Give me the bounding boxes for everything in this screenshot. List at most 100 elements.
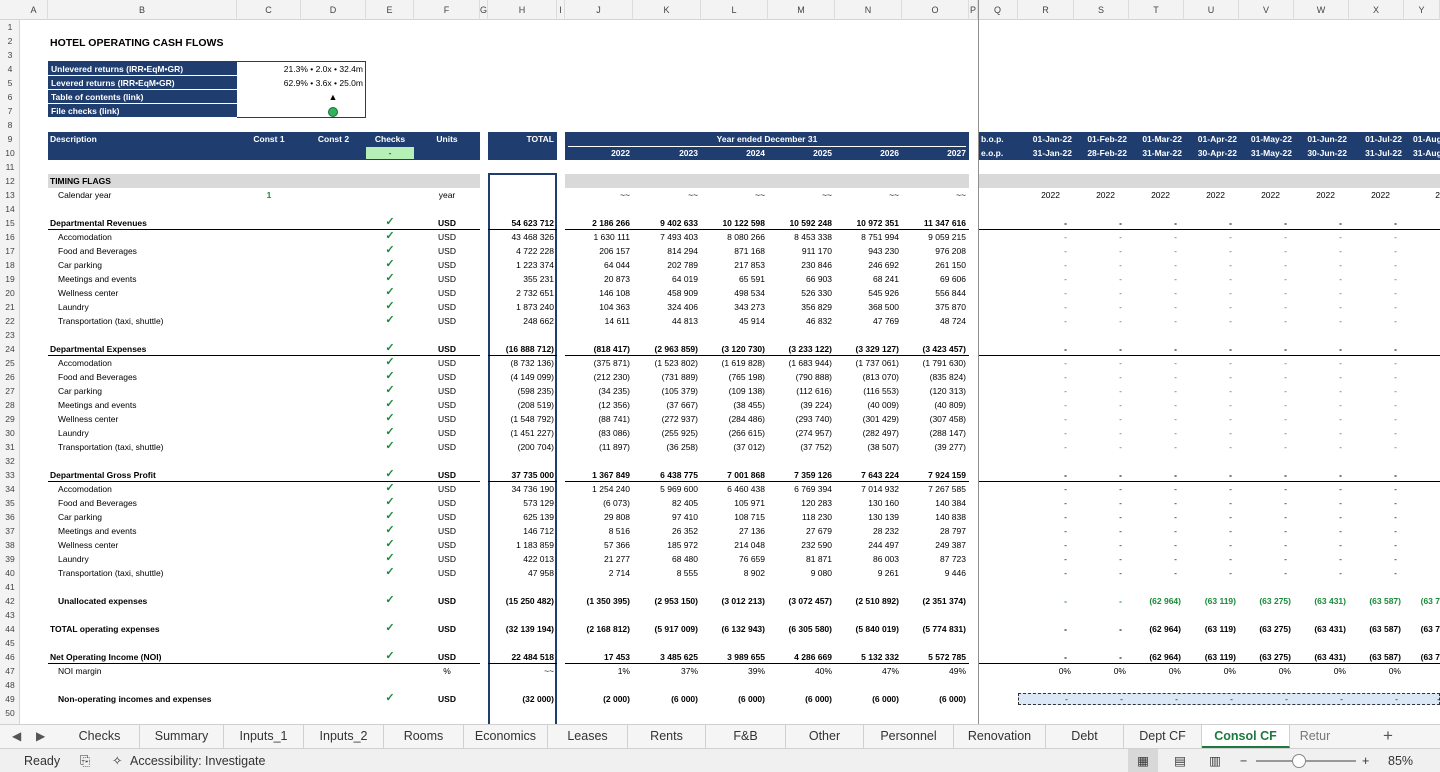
- year-value[interactable]: 1 630 111: [565, 230, 630, 244]
- column-header-o[interactable]: O: [902, 0, 969, 20]
- month-value[interactable]: -: [1294, 566, 1346, 580]
- year-value[interactable]: 86 003: [835, 552, 899, 566]
- year-value[interactable]: 9 261: [835, 566, 899, 580]
- month-value[interactable]: -: [1018, 356, 1071, 370]
- year-value[interactable]: 545 926: [835, 286, 899, 300]
- month-value[interactable]: -: [1239, 300, 1291, 314]
- month-value[interactable]: -: [1129, 426, 1181, 440]
- month-value[interactable]: -: [1294, 286, 1346, 300]
- tab-debt[interactable]: Debt: [1046, 725, 1124, 748]
- row-label[interactable]: Food and Beverages: [58, 496, 137, 510]
- month-value[interactable]: -: [1349, 440, 1401, 454]
- row-number[interactable]: 44: [0, 622, 19, 636]
- month-value[interactable]: -: [1184, 482, 1236, 496]
- total-value[interactable]: 4 722 228: [488, 244, 554, 258]
- month-value[interactable]: (63 275): [1239, 650, 1291, 664]
- row-number[interactable]: 43: [0, 608, 19, 622]
- row-label[interactable]: Wellness center: [58, 412, 118, 426]
- year-value[interactable]: (36 258): [633, 440, 698, 454]
- row-label[interactable]: Laundry: [58, 552, 89, 566]
- month-value[interactable]: -: [1349, 272, 1401, 286]
- month-value[interactable]: -: [1129, 216, 1181, 230]
- month-value[interactable]: -: [1129, 230, 1181, 244]
- year-value[interactable]: 140 838: [902, 510, 966, 524]
- row-label[interactable]: NOI margin: [58, 664, 101, 678]
- month-value[interactable]: -: [1018, 272, 1071, 286]
- month-value[interactable]: -: [1349, 426, 1401, 440]
- total-value[interactable]: 1 873 240: [488, 300, 554, 314]
- year-value[interactable]: 7 493 403: [633, 230, 698, 244]
- zoom-slider[interactable]: [1256, 760, 1356, 762]
- column-header-x[interactable]: X: [1349, 0, 1404, 20]
- month-value[interactable]: (63 587): [1349, 650, 1401, 664]
- tab-checks[interactable]: Checks: [60, 725, 140, 748]
- column-header-d[interactable]: D: [301, 0, 366, 20]
- month-value[interactable]: -: [1074, 356, 1126, 370]
- row-label[interactable]: Meetings and events: [58, 272, 136, 286]
- year-value[interactable]: 230 846: [768, 258, 832, 272]
- month-value[interactable]: -: [1074, 398, 1126, 412]
- year-value[interactable]: 130 160: [835, 496, 899, 510]
- year-value[interactable]: 5 572 785: [902, 650, 966, 664]
- month-value[interactable]: -: [1239, 398, 1291, 412]
- year-value[interactable]: 20 873: [565, 272, 630, 286]
- row-number[interactable]: 46: [0, 650, 19, 664]
- column-header-g[interactable]: G: [480, 0, 488, 20]
- month-value[interactable]: -: [1074, 510, 1126, 524]
- year-value[interactable]: 45 914: [701, 314, 765, 328]
- year-value[interactable]: (765 198): [701, 370, 765, 384]
- year-value[interactable]: 10 972 351: [835, 216, 899, 230]
- month-value[interactable]: -: [1018, 286, 1071, 300]
- row-label[interactable]: Departmental Expenses: [50, 342, 146, 356]
- month-value[interactable]: 0%: [1184, 664, 1236, 678]
- year-value[interactable]: (83 086): [565, 426, 630, 440]
- year-value[interactable]: 40%: [768, 664, 832, 678]
- month-value[interactable]: -: [1349, 482, 1401, 496]
- month-value[interactable]: -: [1074, 552, 1126, 566]
- year-value[interactable]: 9 446: [902, 566, 966, 580]
- year-value[interactable]: (790 888): [768, 370, 832, 384]
- month-value[interactable]: -: [1349, 216, 1401, 230]
- row-number[interactable]: 16: [0, 230, 19, 244]
- row-label[interactable]: Car parking: [58, 384, 102, 398]
- month-value[interactable]: -: [1074, 594, 1126, 608]
- month-value[interactable]: -: [1349, 342, 1401, 356]
- row-number[interactable]: 6: [0, 90, 19, 104]
- total-value[interactable]: (200 704): [488, 440, 554, 454]
- year-value[interactable]: (272 937): [633, 412, 698, 426]
- year-value[interactable]: 47 769: [835, 314, 899, 328]
- year-value[interactable]: (835 824): [902, 370, 966, 384]
- year-value[interactable]: 11 347 616: [902, 216, 966, 230]
- month-value[interactable]: -: [1349, 286, 1401, 300]
- month-value[interactable]: -: [1239, 314, 1291, 328]
- row-label[interactable]: Food and Beverages: [58, 244, 137, 258]
- row-number[interactable]: 19: [0, 272, 19, 286]
- month-value[interactable]: -: [1349, 398, 1401, 412]
- year-value[interactable]: 26 352: [633, 524, 698, 538]
- year-value[interactable]: (39 277): [902, 440, 966, 454]
- month-value[interactable]: (63 119): [1184, 650, 1236, 664]
- total-value[interactable]: 2 732 651: [488, 286, 554, 300]
- tab-dept-cf[interactable]: Dept CF: [1124, 725, 1202, 748]
- tab-economics[interactable]: Economics: [464, 725, 548, 748]
- row-label[interactable]: Wellness center: [58, 286, 118, 300]
- year-value[interactable]: 911 170: [768, 244, 832, 258]
- month-value[interactable]: -: [1349, 258, 1401, 272]
- year-value[interactable]: 14 611: [565, 314, 630, 328]
- month-value[interactable]: -: [1294, 314, 1346, 328]
- month-value[interactable]: -: [1239, 412, 1291, 426]
- year-value[interactable]: 140 384: [902, 496, 966, 510]
- total-value[interactable]: (1 451 227): [488, 426, 554, 440]
- month-value[interactable]: -: [1184, 440, 1236, 454]
- month-value[interactable]: -: [1129, 342, 1181, 356]
- year-value[interactable]: (2 510 892): [835, 594, 899, 608]
- year-value[interactable]: 6 769 394: [768, 482, 832, 496]
- row-number[interactable]: 15: [0, 216, 19, 230]
- file-checks-status-icon[interactable]: [237, 104, 429, 118]
- total-value[interactable]: (4 149 099): [488, 370, 554, 384]
- row-number[interactable]: 36: [0, 510, 19, 524]
- month-value[interactable]: -: [1074, 272, 1126, 286]
- year-value[interactable]: 261 150: [902, 258, 966, 272]
- month-value[interactable]: -: [1294, 216, 1346, 230]
- year-value[interactable]: (3 120 730): [701, 342, 765, 356]
